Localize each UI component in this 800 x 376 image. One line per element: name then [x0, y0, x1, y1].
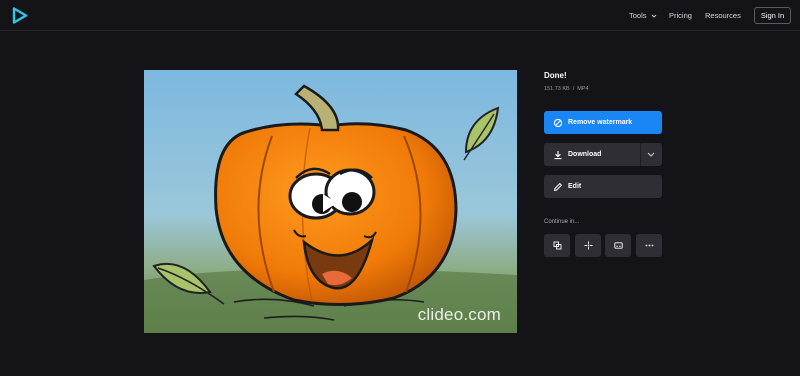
crop-icon: [584, 241, 592, 250]
download-button[interactable]: Download: [544, 143, 662, 166]
video-preview[interactable]: clideo.com: [144, 70, 517, 333]
file-meta: 151.73 KB / MP4: [544, 86, 589, 92]
pumpkin-illustration: [144, 70, 517, 333]
result-title: Done!: [544, 71, 567, 80]
clideo-logo-icon[interactable]: [12, 7, 28, 24]
remove-watermark-button[interactable]: Remove watermark: [544, 111, 662, 134]
download-label: Download: [568, 151, 602, 158]
sign-in-button[interactable]: Sign In: [754, 7, 791, 24]
subtitles-icon: [613, 242, 623, 249]
more-tools-button[interactable]: [636, 234, 662, 257]
file-format: MP4: [577, 86, 589, 92]
chevron-down-icon: [651, 14, 656, 18]
nav-resources[interactable]: Resources: [705, 0, 741, 31]
edit-label: Edit: [568, 183, 582, 190]
crop-tool-button[interactable]: [575, 234, 601, 257]
merge-tool-button[interactable]: [544, 234, 570, 257]
nav-pricing-label: Pricing: [669, 11, 692, 20]
edit-button[interactable]: Edit: [544, 175, 662, 198]
nav-pricing[interactable]: Pricing: [669, 0, 692, 31]
merge-icon: [553, 241, 561, 250]
more-icon: [645, 244, 653, 247]
watermark-text: clideo.com: [417, 305, 501, 324]
pencil-icon: [553, 182, 563, 191]
nav-tools-label: Tools: [629, 11, 647, 20]
prohibited-icon: [553, 118, 563, 127]
nav-resources-label: Resources: [705, 11, 741, 20]
remove-watermark-label: Remove watermark: [568, 119, 633, 126]
continue-in-label: Continue in...: [544, 219, 580, 225]
subtitles-tool-button[interactable]: [605, 234, 631, 257]
meta-separator: /: [572, 86, 575, 92]
download-divider: [640, 143, 641, 166]
file-size: 151.73 KB: [544, 86, 570, 92]
nav-tools[interactable]: Tools: [629, 0, 657, 31]
top-header: Tools Pricing Resources Sign In: [0, 0, 800, 31]
download-icon: [554, 150, 562, 159]
chevron-down-icon[interactable]: [647, 151, 655, 158]
